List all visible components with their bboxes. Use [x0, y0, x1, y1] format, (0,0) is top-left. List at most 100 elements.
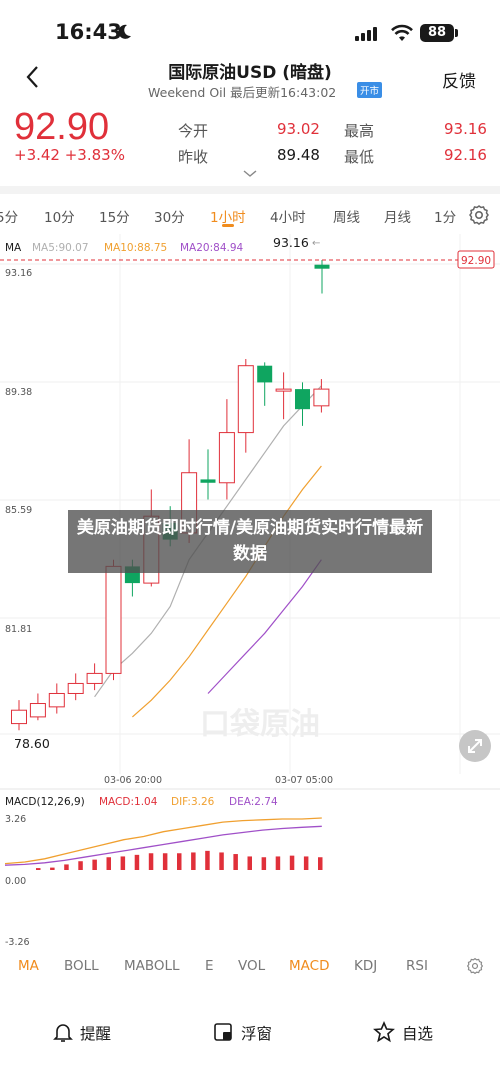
prev-close-label: 昨收 [178, 148, 209, 166]
float-window-icon[interactable] [212, 1021, 234, 1043]
macd-y-top: 3.26 [5, 814, 26, 825]
macd-y-bottom: -3.26 [5, 937, 30, 948]
macd-bar [162, 853, 168, 870]
x-label-2: 03-07 05:00 [275, 775, 333, 786]
wifi-icon [391, 24, 413, 41]
overlay-caption: 美原油期货即时行情/美原油期货实时行情最新数据 [68, 510, 432, 573]
tab-10min[interactable]: 10分 [44, 206, 75, 226]
low-value: 92.16 [444, 146, 487, 164]
candle-body [237, 365, 254, 434]
watchlist-button[interactable]: 自选 [402, 1022, 433, 1044]
macd-bar [275, 856, 281, 870]
page-title: 国际原油USD (暗盘) [168, 63, 332, 83]
candle-body [200, 479, 216, 483]
tab-5min[interactable]: 5分 [0, 206, 18, 226]
signal-icon [355, 27, 377, 41]
indicator-maboll[interactable]: MABOLL [124, 958, 180, 974]
macd-bar [64, 864, 69, 870]
high-value: 93.16 [444, 120, 487, 138]
y-label-4: 81.81 [5, 624, 32, 635]
y-label-3: 85.59 [5, 505, 32, 516]
section-divider [0, 186, 500, 194]
macd-bar [92, 859, 97, 870]
macd-bars [4, 817, 323, 870]
macd-bar [78, 861, 83, 870]
prev-close-value: 89.48 [277, 146, 320, 164]
candle-body [29, 703, 46, 718]
indicator-vol[interactable]: VOL [238, 958, 265, 974]
candle-body [257, 365, 273, 383]
macd-bar [50, 867, 55, 870]
price-change: +3.42 +3.83% [14, 146, 125, 164]
ma20-legend: MA20:84.94 [180, 242, 244, 254]
star-icon[interactable] [373, 1021, 395, 1043]
chevron-down-icon[interactable] [243, 170, 257, 178]
candles [11, 260, 330, 731]
timeframe-tabs: 5分 10分 15分 30分 1小时 4小时 周线 月线 1分 [0, 198, 500, 232]
float-window-button[interactable]: 浮窗 [241, 1022, 272, 1044]
macd-bar [219, 852, 224, 870]
tab-30min[interactable]: 30分 [154, 206, 185, 226]
macd-title: MACD(12,26,9) [5, 796, 85, 808]
status-bar: 16:43 88 [0, 0, 500, 60]
candle-body [67, 682, 84, 694]
indicator-rsi[interactable]: RSI [406, 958, 428, 974]
low-marker: 78.60 [14, 736, 50, 751]
macd-bar [120, 856, 126, 870]
ma10-legend: MA10:88.75 [104, 242, 167, 254]
candle-body [295, 389, 310, 410]
tab-1hour[interactable]: 1小时 [210, 206, 246, 226]
dif-legend: DIF:3.26 [171, 796, 215, 808]
open-value: 93.02 [277, 120, 320, 138]
tab-4hour[interactable]: 4小时 [270, 206, 306, 226]
open-label: 今开 [178, 122, 209, 140]
bell-icon[interactable] [52, 1021, 74, 1043]
last-price-tag: 92.90 [461, 255, 491, 267]
tab-1min[interactable]: 1分 [434, 206, 456, 226]
moon-icon [118, 24, 131, 39]
alert-button[interactable]: 提醒 [80, 1022, 111, 1044]
candle-body [86, 672, 103, 684]
indicator-settings-icon[interactable] [466, 957, 484, 975]
indicator-boll[interactable]: BOLL [64, 958, 99, 974]
gear-icon[interactable] [468, 204, 490, 226]
candle-body [218, 432, 235, 484]
macd-bar [318, 857, 323, 870]
candle-body [313, 388, 330, 407]
indicator-macd[interactable]: MACD [289, 958, 329, 974]
indicator-e[interactable]: E [205, 958, 214, 974]
high-label: 最高 [344, 122, 375, 140]
x-label-1: 03-06 20:00 [104, 775, 162, 786]
low-label: 最低 [344, 148, 375, 166]
kline-chart[interactable]: MA MA5:90.07 MA10:88.75 MA20:84.94 93.16… [0, 234, 500, 950]
status-time: 16:43 [55, 20, 122, 44]
macd-bar [303, 856, 309, 870]
indicator-ma[interactable]: MA [18, 958, 39, 974]
y-label-2: 89.38 [5, 387, 32, 398]
macd-bar [289, 855, 295, 870]
high-marker: 93.16 [273, 235, 309, 250]
macd-bar [177, 853, 182, 870]
indicator-tabs: MA BOLL MABOLL E VOL MACD KDJ RSI [0, 952, 500, 982]
tab-15min[interactable]: 15分 [99, 206, 130, 226]
fullscreen-icon[interactable] [459, 730, 491, 762]
watermark-text: 口袋原油 [200, 707, 320, 742]
dea-legend: DEA:2.74 [229, 796, 278, 808]
active-tab-indicator [222, 224, 234, 227]
market-open-badge: 开市 [357, 82, 383, 98]
macd-y-zero: 0.00 [5, 876, 26, 887]
macd-bar [106, 857, 111, 870]
macd-bar [233, 854, 238, 870]
indicator-kdj[interactable]: KDJ [354, 958, 377, 974]
ma5-legend: MA5:90.07 [32, 242, 89, 254]
macd-bar [134, 854, 140, 870]
macd-bar [191, 852, 196, 870]
tab-weekly[interactable]: 周线 [333, 206, 360, 226]
macd-bar [205, 850, 210, 870]
overlay-text: 美原油期货即时行情/美原油期货实时行情最新数据 [76, 518, 424, 564]
tab-monthly[interactable]: 月线 [384, 206, 411, 226]
battery-tip [455, 29, 458, 37]
candle-body [11, 709, 27, 725]
feedback-button[interactable]: 反馈 [442, 67, 476, 92]
candle-body [48, 692, 65, 708]
